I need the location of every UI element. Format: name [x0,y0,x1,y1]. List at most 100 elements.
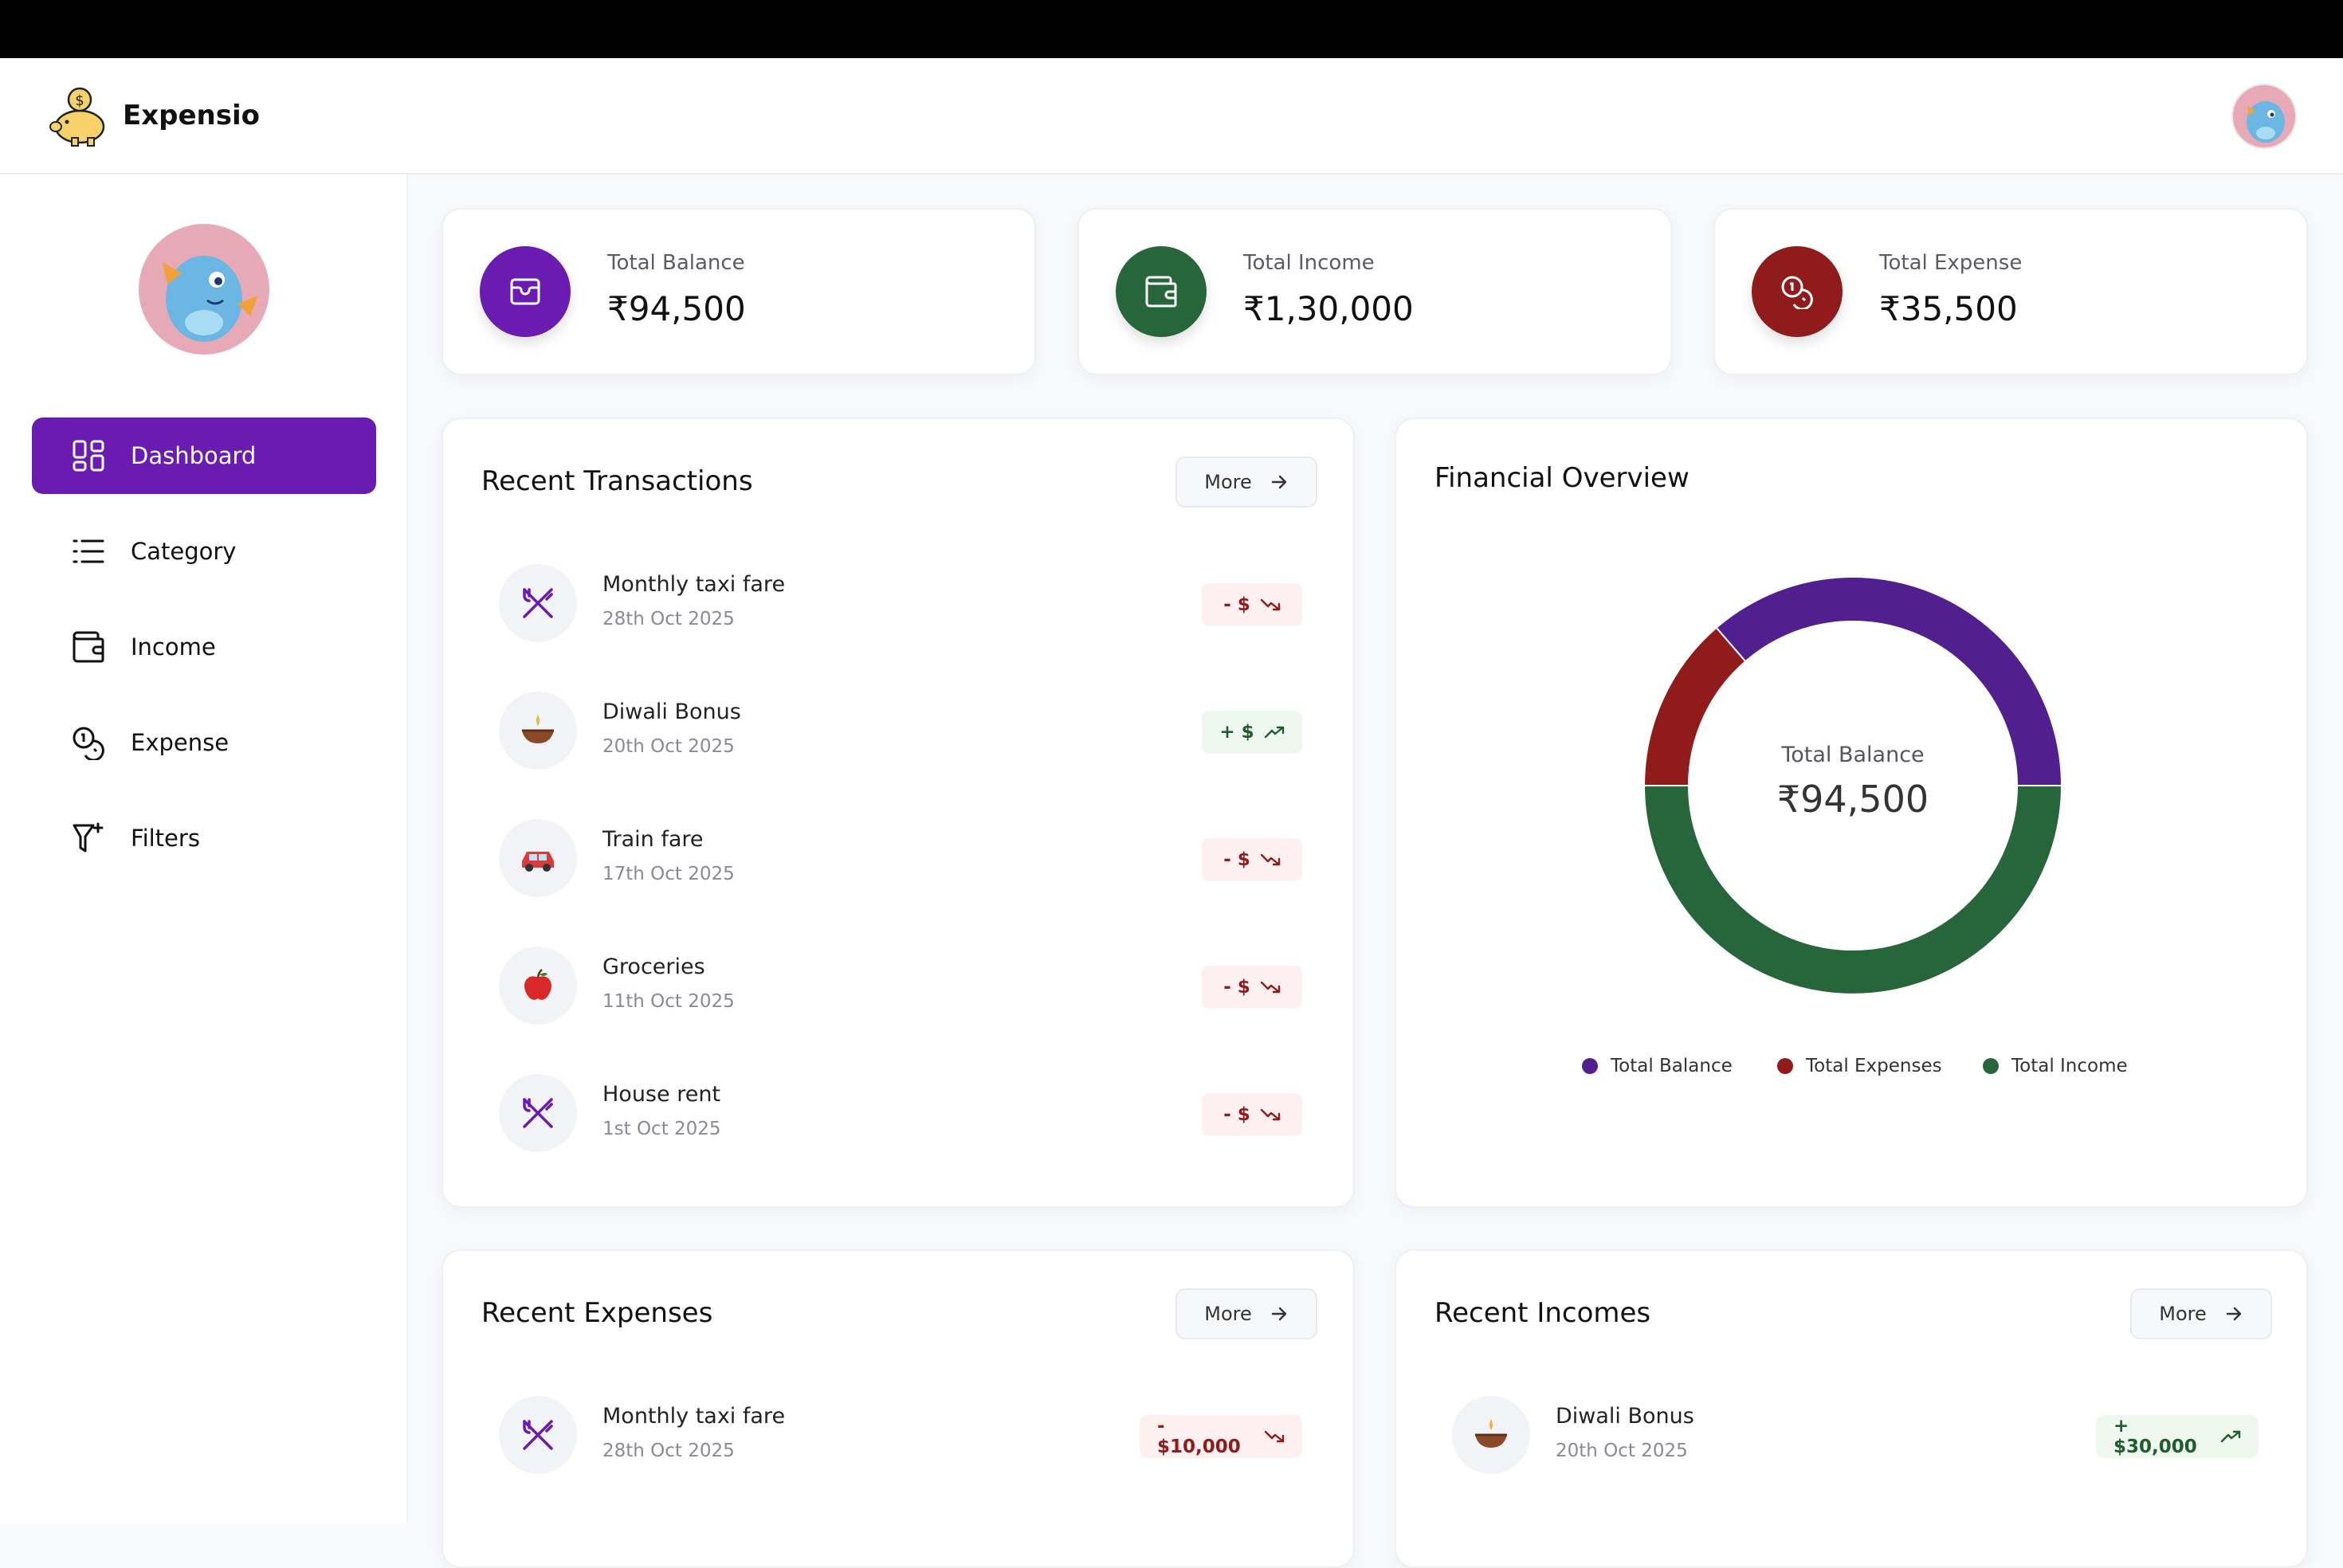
donut-center-value: ₹94,500 [1776,778,1929,821]
legend-label: Total Expenses [1806,1056,1942,1076]
diya-lamp-icon [1452,1396,1530,1474]
dashboard-grid-icon [70,437,107,474]
card-title: Recent Incomes [1434,1297,1651,1329]
card-title: Recent Expenses [481,1297,713,1329]
sidebar-item-label: Category [131,538,237,565]
legend-label: Total Balance [1611,1056,1733,1076]
coins-icon [1752,246,1843,337]
card-title: Recent Transactions [481,465,753,497]
transaction-title: House rent [602,1082,721,1107]
utensils-crossed-icon [499,1074,577,1152]
stat-card-total-income: Total Income ₹1,30,000 [1077,208,1672,375]
transaction-date: 1st Oct 2025 [602,1119,721,1139]
profile-avatar[interactable] [139,224,269,355]
expense-row[interactable]: Monthly taxi fare 28th Oct 2025 - $10,00… [499,1396,1302,1476]
financial-overview-card: Financial Overview Total Balance ₹94,500 [1395,417,2308,1208]
stat-label: Total Expense [1879,251,2023,275]
trending-down-icon [1260,852,1281,868]
sidebar-item-filters[interactable]: Filters [32,800,376,876]
amount-badge: + $30,000 [2096,1415,2259,1458]
arrow-right-icon [1270,1304,1289,1323]
transaction-row[interactable]: Groceries 11th Oct 2025 - $ [499,947,1302,1026]
window-top-bar [0,0,2343,58]
utensils-crossed-icon [499,1396,577,1474]
legend-label: Total Income [2011,1056,2128,1076]
sidebar-item-dashboard[interactable]: Dashboard [32,417,376,494]
stat-label: Total Income [1243,251,1375,275]
sidebar-item-label: Dashboard [131,442,257,469]
sidebar-item-category[interactable]: Category [32,513,376,590]
transaction-date: 17th Oct 2025 [602,864,735,884]
user-avatar[interactable] [2231,84,2297,149]
more-button[interactable]: More [1175,1288,1317,1339]
car-icon [499,819,577,897]
sidebar-item-income[interactable]: Income [32,609,376,685]
diya-lamp-icon [499,692,577,770]
card-title: Financial Overview [1434,462,1690,494]
transaction-date: 20th Oct 2025 [602,736,735,757]
coins-icon [70,724,107,761]
income-row[interactable]: Diwali Bonus 20th Oct 2025 + $30,000 [1452,1396,2259,1476]
trending-up-icon [2220,1429,2241,1445]
legend-dot [1777,1058,1793,1074]
stat-card-total-balance: Total Balance ₹94,500 [442,208,1036,375]
stat-value: ₹94,500 [607,289,746,328]
transaction-date: 28th Oct 2025 [602,609,735,629]
list-icon [70,533,107,570]
stat-label: Total Balance [607,251,745,275]
amount-text: - $ [1223,594,1250,615]
trending-down-icon [1264,1429,1285,1445]
amount-badge: - $ [1202,1093,1302,1136]
recent-incomes-card: Recent Incomes More Diwali Bonus 20th Oc… [1395,1249,2308,1568]
sidebar-item-label: Filters [131,825,200,852]
apple-icon [499,947,577,1025]
app-name: Expensio [123,100,261,131]
piggy-bank-logo-icon[interactable]: $ [45,82,112,149]
wallet-card-icon [480,246,571,337]
transaction-row[interactable]: Train fare 17th Oct 2025 - $ [499,819,1302,899]
stat-card-total-expense: Total Expense ₹35,500 [1713,208,2308,375]
amount-text: - $10,000 [1157,1416,1241,1457]
trending-up-icon [1264,724,1285,740]
transaction-row[interactable]: Diwali Bonus 20th Oct 2025 + $ [499,692,1302,771]
income-title: Diwali Bonus [1556,1404,1694,1429]
legend-item-balance: Total Balance [1582,1056,1733,1076]
amount-badge: - $ [1202,966,1302,1009]
transaction-row[interactable]: Monthly taxi fare 28th Oct 2025 - $ [499,564,1302,644]
transaction-date: 11th Oct 2025 [602,991,735,1012]
filter-plus-icon [70,820,107,857]
stat-value: ₹35,500 [1879,289,2018,328]
amount-badge: - $10,000 [1140,1415,1302,1458]
legend-dot [1582,1058,1598,1074]
donut-center-label: Total Balance [1781,743,1925,767]
sidebar: Dashboard Category Income Expense Filter… [0,174,408,1523]
app-header: $ Expensio [0,58,2343,174]
sidebar-item-expense[interactable]: Expense [32,704,376,781]
more-button[interactable]: More [1175,457,1317,508]
more-button-label: More [2159,1303,2207,1325]
wallet-icon [1116,246,1207,337]
transaction-row[interactable]: House rent 1st Oct 2025 - $ [499,1074,1302,1154]
trending-down-icon [1260,1107,1281,1123]
amount-text: - $ [1223,977,1250,998]
sidebar-item-label: Expense [131,729,230,756]
amount-badge: - $ [1202,583,1302,626]
amount-badge: + $ [1202,711,1302,754]
arrow-right-icon [2224,1304,2243,1323]
amount-text: + $30,000 [2113,1416,2197,1457]
utensils-crossed-icon [499,564,577,642]
more-button[interactable]: More [2130,1288,2272,1339]
recent-expenses-card: Recent Expenses More Monthly taxi fare 2… [442,1249,1355,1568]
legend-item-expenses: Total Expenses [1777,1056,1942,1076]
arrow-right-icon [1270,472,1289,492]
donut-center: Total Balance ₹94,500 [1638,570,2068,1001]
more-button-label: More [1204,471,1252,493]
transaction-title: Train fare [602,827,704,852]
amount-text: - $ [1223,849,1250,870]
sidebar-item-label: Income [131,633,216,661]
income-date: 20th Oct 2025 [1556,1441,1688,1461]
trending-down-icon [1260,597,1281,613]
amount-text: - $ [1223,1104,1250,1125]
svg-text:$: $ [75,92,84,109]
legend-item-income: Total Income [1983,1056,2128,1076]
